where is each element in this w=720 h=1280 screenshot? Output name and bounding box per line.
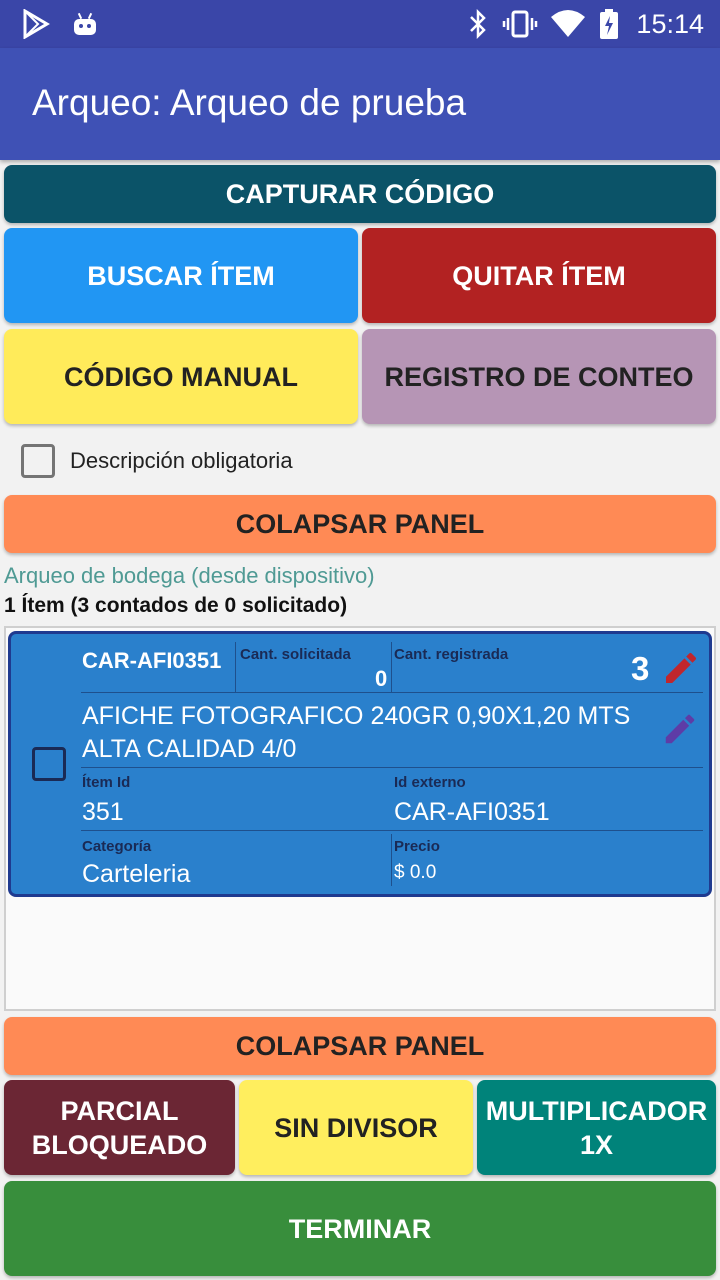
categoria-value: Carteleria xyxy=(82,860,191,888)
descripcion-obligatoria-label: Descripción obligatoria xyxy=(70,448,293,473)
cant-solicitada-value: 0 xyxy=(375,666,388,691)
quitar-item-button[interactable]: QUITAR ÍTEM xyxy=(362,228,716,323)
edit-description-pencil-icon[interactable] xyxy=(661,710,699,753)
registro-conteo-button[interactable]: REGISTRO DE CONTEO xyxy=(362,329,716,424)
status-bar: 15:14 xyxy=(0,0,720,48)
android-icon xyxy=(68,0,102,48)
battery-charging-icon xyxy=(596,0,622,48)
bluetooth-icon xyxy=(464,0,492,48)
source-label: Arqueo de bodega (desde dispositivo) xyxy=(4,563,375,588)
vibrate-icon xyxy=(500,0,540,48)
clock: 15:14 xyxy=(636,9,704,39)
capturar-codigo-button[interactable]: CAPTURAR CÓDIGO xyxy=(4,165,716,223)
categoria-label: Categoría xyxy=(82,838,152,855)
codigo-manual-button[interactable]: CÓDIGO MANUAL xyxy=(4,329,358,424)
precio-value: $ 0.0 xyxy=(394,862,437,883)
page-title: Arqueo: Arqueo de prueba xyxy=(32,82,467,123)
item-select-checkbox[interactable] xyxy=(32,747,66,781)
colapsar-panel-button-bottom[interactable]: COLAPSAR PANEL xyxy=(4,1017,716,1075)
cant-registrada-label: Cant. registrada xyxy=(394,646,509,663)
parcial-bloqueado-button[interactable]: PARCIAL BLOQUEADO xyxy=(4,1080,235,1175)
play-store-icon xyxy=(20,0,52,48)
cant-registrada-value: 3 xyxy=(631,650,650,687)
descripcion-obligatoria-checkbox[interactable] xyxy=(21,444,55,478)
edit-quantity-pencil-icon[interactable] xyxy=(661,648,701,693)
sin-divisor-button[interactable]: SIN DIVISOR xyxy=(239,1080,473,1175)
buscar-item-button[interactable]: BUSCAR ÍTEM xyxy=(4,228,358,323)
colapsar-panel-button-top[interactable]: COLAPSAR PANEL xyxy=(4,495,716,553)
id-externo-label: Id externo xyxy=(394,774,466,791)
list-item[interactable]: CAR-AFI0351 Cant. solicitada 0 Cant. reg… xyxy=(8,631,712,897)
item-description: AFICHE FOTOGRAFICO 240GR 0,90X1,20 MTS A… xyxy=(82,702,631,763)
terminar-button[interactable]: TERMINAR xyxy=(4,1181,716,1276)
app-bar: Arqueo: Arqueo de prueba xyxy=(0,48,720,160)
item-code: CAR-AFI0351 xyxy=(82,648,222,673)
item-count-label: 1 Ítem (3 contados de 0 solicitado) xyxy=(4,594,348,617)
multiplicador-button[interactable]: MULTIPLICADOR 1X xyxy=(477,1080,716,1175)
item-id-value: 351 xyxy=(82,798,124,826)
id-externo-value: CAR-AFI0351 xyxy=(394,798,550,826)
precio-label: Precio xyxy=(394,838,440,855)
wifi-icon xyxy=(548,0,588,48)
item-id-label: Ítem Id xyxy=(82,774,131,791)
cant-solicitada-label: Cant. solicitada xyxy=(240,646,351,663)
